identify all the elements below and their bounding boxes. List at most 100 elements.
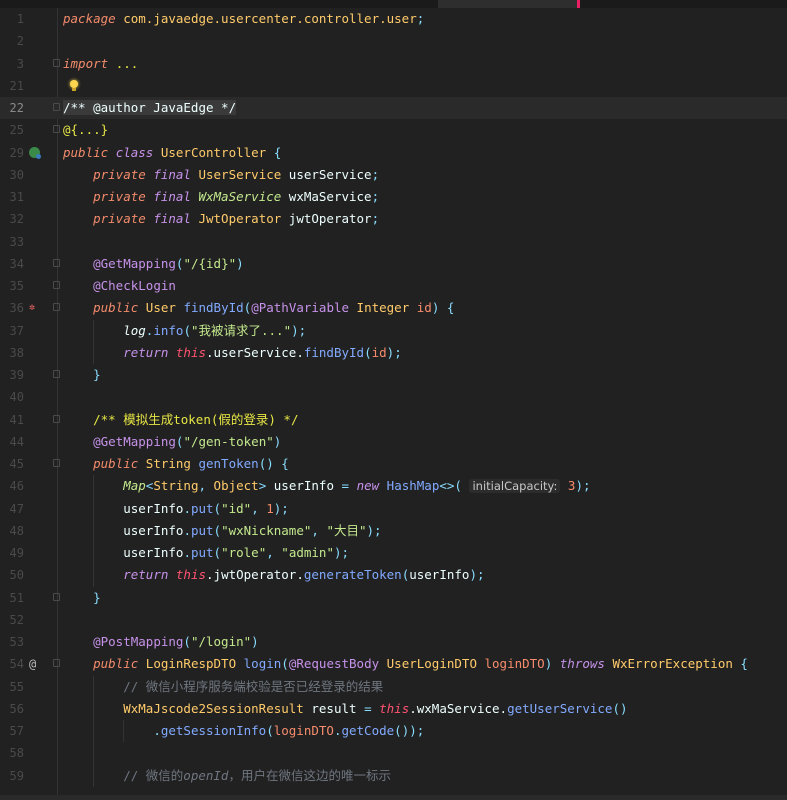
code-line[interactable]: 52	[0, 609, 787, 631]
line-number[interactable]: 48	[0, 520, 24, 542]
line-number[interactable]: 29	[0, 142, 24, 164]
code-line[interactable]: 55 // 微信小程序服务端校验是否已经登录的结果	[0, 675, 787, 698]
code-line[interactable]: 35 @CheckLogin	[0, 275, 787, 297]
code-line[interactable]: 33	[0, 231, 787, 253]
code-line[interactable]: 25 @{...}	[0, 119, 787, 141]
code-token: "/gen-token"	[183, 433, 274, 449]
class-icon[interactable]	[29, 146, 41, 159]
code-token: ,	[266, 545, 282, 560]
fold-toggle-icon[interactable]	[53, 659, 60, 668]
code-line[interactable]: 1 package com.javaedge.usercenter.control…	[0, 8, 787, 30]
code-line[interactable]: 51 }	[0, 587, 787, 609]
line-number[interactable]: 58	[0, 742, 24, 764]
code-line[interactable]: 2	[0, 30, 787, 52]
line-number[interactable]: 38	[0, 342, 24, 364]
line-number[interactable]: 32	[0, 208, 24, 230]
fold-toggle-icon[interactable]	[53, 58, 60, 67]
code-line[interactable]: 32 private final JwtOperator jwtOperator…	[0, 208, 787, 230]
code-line[interactable]: 38 return this.userService.findById(id);	[0, 341, 787, 364]
code-token: (	[213, 545, 222, 560]
line-number[interactable]: 39	[0, 364, 24, 386]
code-token: )	[251, 634, 259, 649]
code-line[interactable]: 44 @GetMapping("/gen-token")	[0, 431, 787, 453]
line-number[interactable]: 41	[0, 409, 24, 431]
line-number[interactable]: 57	[0, 720, 24, 742]
code-line[interactable]: 41 /** 模拟生成token(假的登录) */	[0, 409, 787, 431]
fold-toggle-icon[interactable]	[53, 303, 60, 312]
code-line[interactable]: 40	[0, 386, 787, 408]
code-line[interactable]: 37 log.info("我被请求了...");	[0, 319, 787, 342]
line-number[interactable]: 21	[0, 75, 24, 97]
line-number[interactable]: 40	[0, 386, 24, 408]
fold-toggle-icon[interactable]	[53, 103, 60, 111]
code-line[interactable]: 21	[0, 75, 787, 97]
at-icon[interactable]: @	[29, 658, 40, 670]
code-text: userInfo.put("role", "admin");	[63, 542, 349, 564]
line-number[interactable]: 53	[0, 631, 24, 653]
line-number[interactable]: 51	[0, 587, 24, 609]
code-text: package com.javaedge.usercenter.controll…	[63, 8, 424, 30]
code-line[interactable]: 45 public String genToken() {	[0, 453, 787, 475]
code-line[interactable]: 34 @GetMapping("/{id}")	[0, 253, 787, 275]
horizontal-scrollbar[interactable]	[0, 795, 787, 800]
code-line[interactable]: 30 private final UserService userService…	[0, 164, 787, 186]
line-number[interactable]: 35	[0, 275, 24, 297]
code-line[interactable]: 29 public class UserController {	[0, 142, 787, 164]
code-line[interactable]: 56 WxMaJscode2SessionResult result = thi…	[0, 697, 787, 720]
code-line[interactable]: 48 userInfo.put("wxNickname", "大目");	[0, 519, 787, 542]
fold-toggle-icon[interactable]	[53, 281, 60, 289]
line-number[interactable]: 31	[0, 186, 24, 208]
code-token: result	[311, 700, 365, 716]
code-token: WxErrorException	[612, 656, 741, 672]
line-number[interactable]: 54	[0, 653, 24, 675]
line-number[interactable]: 36	[0, 297, 24, 319]
line-number[interactable]: 55	[0, 676, 24, 698]
code-line[interactable]: 57 .getSessionInfo(loginDTO.getCode());	[0, 720, 787, 743]
code-token: /** @author JavaEdge */	[63, 100, 237, 115]
code-line[interactable]: 39 }	[0, 364, 787, 386]
line-number[interactable]: 59	[0, 765, 24, 787]
line-number[interactable]: 47	[0, 498, 24, 520]
code-line[interactable]: 54 @ public LoginRespDTO login(@RequestBo…	[0, 653, 787, 675]
code-line[interactable]: 36 ✲ public User findById(@PathVariable I…	[0, 297, 787, 319]
code-line[interactable]: 31 private final WxMaService wxMaService…	[0, 186, 787, 208]
code-line[interactable]: 58	[0, 742, 787, 765]
fold-toggle-icon[interactable]	[53, 125, 60, 134]
code-line[interactable]: 46 Map<String, Object> userInfo = new Ha…	[0, 475, 787, 498]
line-number[interactable]: 3	[0, 53, 24, 75]
fold-toggle-icon[interactable]	[53, 592, 60, 601]
fold-toggle-icon[interactable]	[53, 370, 60, 378]
line-number[interactable]: 45	[0, 453, 24, 475]
line-number[interactable]: 33	[0, 231, 24, 253]
line-number[interactable]: 1	[0, 8, 24, 30]
editor-tab[interactable]	[438, 0, 577, 8]
line-number[interactable]: 2	[0, 30, 24, 52]
code-editor[interactable]: 1 package com.javaedge.usercenter.control…	[0, 8, 787, 787]
line-number[interactable]: 56	[0, 698, 24, 720]
code-line[interactable]: 49 userInfo.put("role", "admin");	[0, 542, 787, 565]
fold-toggle-icon[interactable]	[53, 414, 60, 423]
line-number[interactable]: 25	[0, 119, 24, 141]
line-number[interactable]: 34	[0, 253, 24, 275]
code-line[interactable]: 59 // 微信的openId，用户在微信这边的唯一标示	[0, 764, 787, 787]
line-number[interactable]: 52	[0, 609, 24, 631]
line-number[interactable]: 22	[0, 97, 24, 119]
line-number[interactable]: 50	[0, 564, 24, 586]
line-number[interactable]: 49	[0, 542, 24, 564]
code-line[interactable]: 53 @PostMapping("/login")	[0, 631, 787, 653]
fold-toggle-icon[interactable]	[53, 258, 60, 267]
code-line[interactable]: 47 userInfo.put("id", 1);	[0, 497, 787, 520]
line-number[interactable]: 44	[0, 431, 24, 453]
line-number[interactable]: 30	[0, 164, 24, 186]
code-line[interactable]: 3 import ...	[0, 53, 787, 75]
code-line[interactable]: 50 return this.jwtOperator.generateToken…	[0, 564, 787, 587]
lightbulb-icon[interactable]	[70, 79, 78, 91]
code-line[interactable]: 22 /** @author JavaEdge */	[0, 97, 787, 120]
code-token: .	[153, 723, 161, 738]
line-number[interactable]: 46	[0, 475, 24, 497]
breakpoint-icon[interactable]: ✲	[29, 302, 40, 313]
code-token: ;	[371, 189, 380, 204]
line-number[interactable]: 37	[0, 320, 24, 342]
fold-toggle-icon[interactable]	[53, 459, 60, 467]
